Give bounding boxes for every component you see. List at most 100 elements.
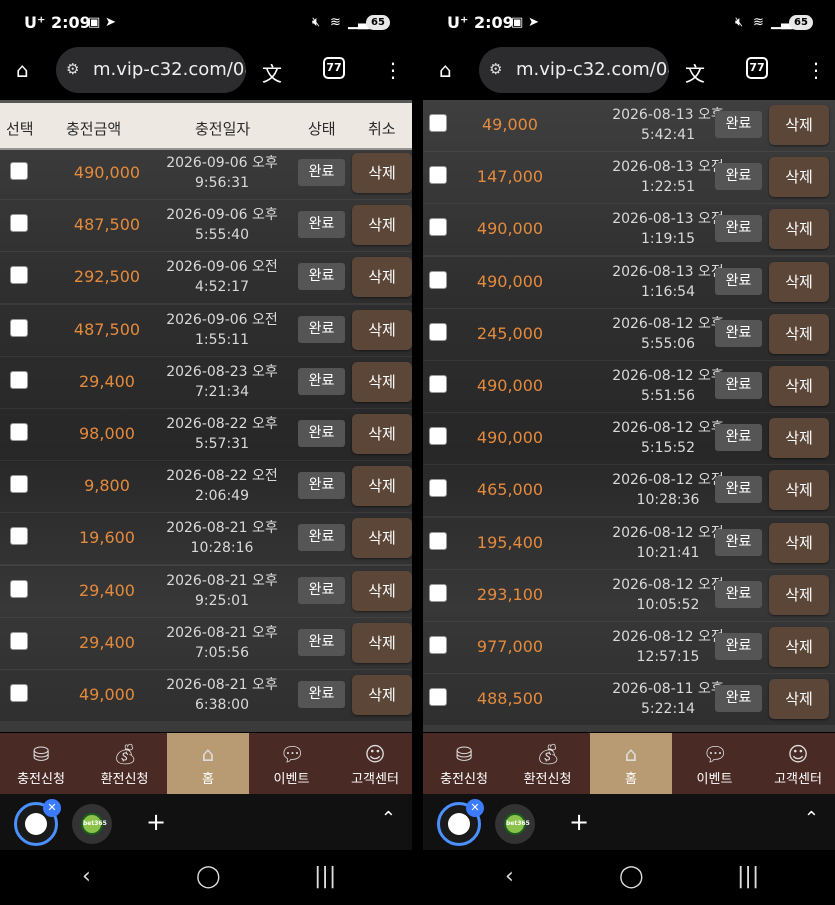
delete-button[interactable]: 삭제 xyxy=(352,518,412,559)
table-row: 195,400 2026-08-12 오전 10:21:41 완료 삭제 xyxy=(423,517,835,570)
nav-label: 환전신청 xyxy=(523,772,572,787)
table-row: 98,000 2026-08-22 오후 5:57:31 완료 삭제 xyxy=(0,409,412,461)
home-icon[interactable]: ⌂ xyxy=(439,58,452,82)
row-checkbox[interactable] xyxy=(429,688,447,707)
delete-button[interactable]: 삭제 xyxy=(352,205,412,246)
row-checkbox[interactable] xyxy=(10,214,28,233)
row-checkbox[interactable] xyxy=(10,370,28,389)
row-checkbox[interactable] xyxy=(10,423,28,441)
row-checkbox[interactable] xyxy=(10,527,28,546)
bottom-nav: ⛁ 충전신청 💰︎ 환전신청 ⌂ 홈 💬︎ 이벤트 ☺ 고객센터 xyxy=(423,733,835,794)
row-checkbox[interactable] xyxy=(429,375,447,393)
back-icon[interactable]: ‹ xyxy=(505,864,514,889)
delete-button[interactable]: 삭제 xyxy=(769,470,829,511)
row-checkbox[interactable] xyxy=(429,270,447,289)
new-tab-icon[interactable]: + xyxy=(146,808,166,836)
delete-button[interactable]: 삭제 xyxy=(769,366,829,406)
row-checkbox[interactable] xyxy=(429,636,447,654)
row-checkbox[interactable] xyxy=(429,479,447,498)
menu-icon[interactable]: ⋮ xyxy=(383,58,403,82)
nav-coins[interactable]: ⛁ 충전신청 xyxy=(423,733,505,794)
nav-coins[interactable]: ⛁ 충전신청 xyxy=(0,733,82,794)
chevron-up-icon[interactable]: ⌃ xyxy=(381,808,396,829)
row-checkbox[interactable] xyxy=(10,318,28,337)
mute-icon: 🔇︎ xyxy=(735,15,744,30)
nav-home[interactable]: ⌂ 홈 xyxy=(590,733,672,794)
nav-chat[interactable]: 💬︎ 이벤트 xyxy=(674,733,756,794)
row-checkbox[interactable] xyxy=(429,114,447,132)
row-checkbox[interactable] xyxy=(10,631,28,650)
table-row: 29,400 2026-08-21 오후 7:05:56 완료 삭제 xyxy=(0,617,412,670)
row-checkbox[interactable] xyxy=(10,475,28,494)
date-cell: 2026-09-06 오전 4:52:17 xyxy=(166,259,278,296)
delete-button[interactable]: 삭제 xyxy=(352,570,412,611)
delete-button[interactable]: 삭제 xyxy=(352,153,412,193)
delete-button[interactable]: 삭제 xyxy=(769,313,829,354)
active-tab[interactable]: ✕ xyxy=(437,799,484,846)
delete-button[interactable]: 삭제 xyxy=(352,622,412,663)
recents-icon[interactable]: ||| xyxy=(314,864,336,889)
delete-button[interactable]: 삭제 xyxy=(352,257,412,298)
home-circle-icon[interactable]: ◯ xyxy=(196,864,221,889)
url-bar[interactable]: ⚙ m.vip-c32.com/08 xyxy=(479,47,669,93)
right-screenshot: U⁺ 2:09 ▣ ➤ 🔇︎ ≋ ▁▃▅ 65 ⌂ ⚙ m.vip-c32.co… xyxy=(423,0,835,905)
delete-button[interactable]: 삭제 xyxy=(769,574,829,615)
delete-button[interactable]: 삭제 xyxy=(352,361,412,402)
table-row: 29,400 2026-08-21 오후 9:25:01 완료 삭제 xyxy=(0,565,412,618)
delete-button[interactable]: 삭제 xyxy=(769,157,829,198)
row-checkbox[interactable] xyxy=(429,218,447,237)
amount-cell: 465,000 xyxy=(476,480,544,500)
home-circle-icon[interactable]: ◯ xyxy=(619,864,644,889)
amount-cell: 195,400 xyxy=(476,532,544,552)
active-tab[interactable]: ✕ xyxy=(14,799,61,846)
delete-button[interactable]: 삭제 xyxy=(769,261,829,302)
delete-button[interactable]: 삭제 xyxy=(352,466,412,507)
date-cell: 2026-08-23 오후 7:21:34 xyxy=(166,363,278,400)
bet365-tab[interactable]: bet365 xyxy=(72,804,112,844)
delete-button[interactable]: 삭제 xyxy=(769,209,829,250)
back-icon[interactable]: ‹ xyxy=(82,864,91,889)
translate-icon[interactable]: 文 xyxy=(685,58,705,87)
delete-button[interactable]: 삭제 xyxy=(352,414,412,454)
tab-count-button[interactable]: 77 xyxy=(323,57,345,79)
row-checkbox[interactable] xyxy=(10,579,28,598)
new-tab-icon[interactable]: + xyxy=(569,808,589,836)
delete-button[interactable]: 삭제 xyxy=(769,418,829,459)
deposit-list: 선택 충전금액 충전일자 상태 취소 490,000 2026-09-06 오후 … xyxy=(0,100,412,732)
delete-button[interactable]: 삭제 xyxy=(352,309,412,350)
row-checkbox[interactable] xyxy=(10,162,28,180)
amount-cell: 490,000 xyxy=(476,219,544,239)
row-checkbox[interactable] xyxy=(429,427,447,446)
delete-button[interactable]: 삭제 xyxy=(769,679,829,720)
delete-button[interactable]: 삭제 xyxy=(769,522,829,563)
row-checkbox[interactable] xyxy=(429,531,447,550)
nav-support-agent[interactable]: ☺ 고객센터 xyxy=(757,733,835,794)
chevron-up-icon[interactable]: ⌃ xyxy=(804,808,819,829)
site-settings-icon[interactable]: ⚙ xyxy=(66,60,79,78)
nav-money-bag[interactable]: 💰︎ 환전신청 xyxy=(84,733,166,794)
row-checkbox[interactable] xyxy=(10,684,28,702)
tab-count-button[interactable]: 77 xyxy=(746,57,768,79)
row-checkbox[interactable] xyxy=(10,266,28,285)
site-settings-icon[interactable]: ⚙ xyxy=(489,60,502,78)
table-row: 29,400 2026-08-23 오후 7:21:34 완료 삭제 xyxy=(0,356,412,409)
nav-support-agent[interactable]: ☺ 고객센터 xyxy=(334,733,412,794)
row-checkbox[interactable] xyxy=(429,583,447,602)
delete-button[interactable]: 삭제 xyxy=(352,675,412,715)
row-checkbox[interactable] xyxy=(429,166,447,185)
nav-chat[interactable]: 💬︎ 이벤트 xyxy=(251,733,333,794)
nav-home[interactable]: ⌂ 홈 xyxy=(167,733,249,794)
row-checkbox[interactable] xyxy=(429,322,447,341)
table-row: 49,000 2026-08-21 오후 6:38:00 완료 삭제 xyxy=(0,670,412,722)
menu-icon[interactable]: ⋮ xyxy=(806,58,826,82)
url-bar[interactable]: ⚙ m.vip-c32.com/08 xyxy=(56,47,246,93)
delete-button[interactable]: 삭제 xyxy=(769,105,829,145)
delete-button[interactable]: 삭제 xyxy=(769,627,829,667)
recents-icon[interactable]: ||| xyxy=(737,864,759,889)
translate-icon[interactable]: 文 xyxy=(262,58,282,87)
home-icon[interactable]: ⌂ xyxy=(16,58,29,82)
bet365-tab[interactable]: bet365 xyxy=(495,804,535,844)
nav-money-bag[interactable]: 💰︎ 환전신청 xyxy=(507,733,589,794)
close-tab-icon[interactable]: ✕ xyxy=(466,799,484,817)
close-tab-icon[interactable]: ✕ xyxy=(43,799,61,817)
